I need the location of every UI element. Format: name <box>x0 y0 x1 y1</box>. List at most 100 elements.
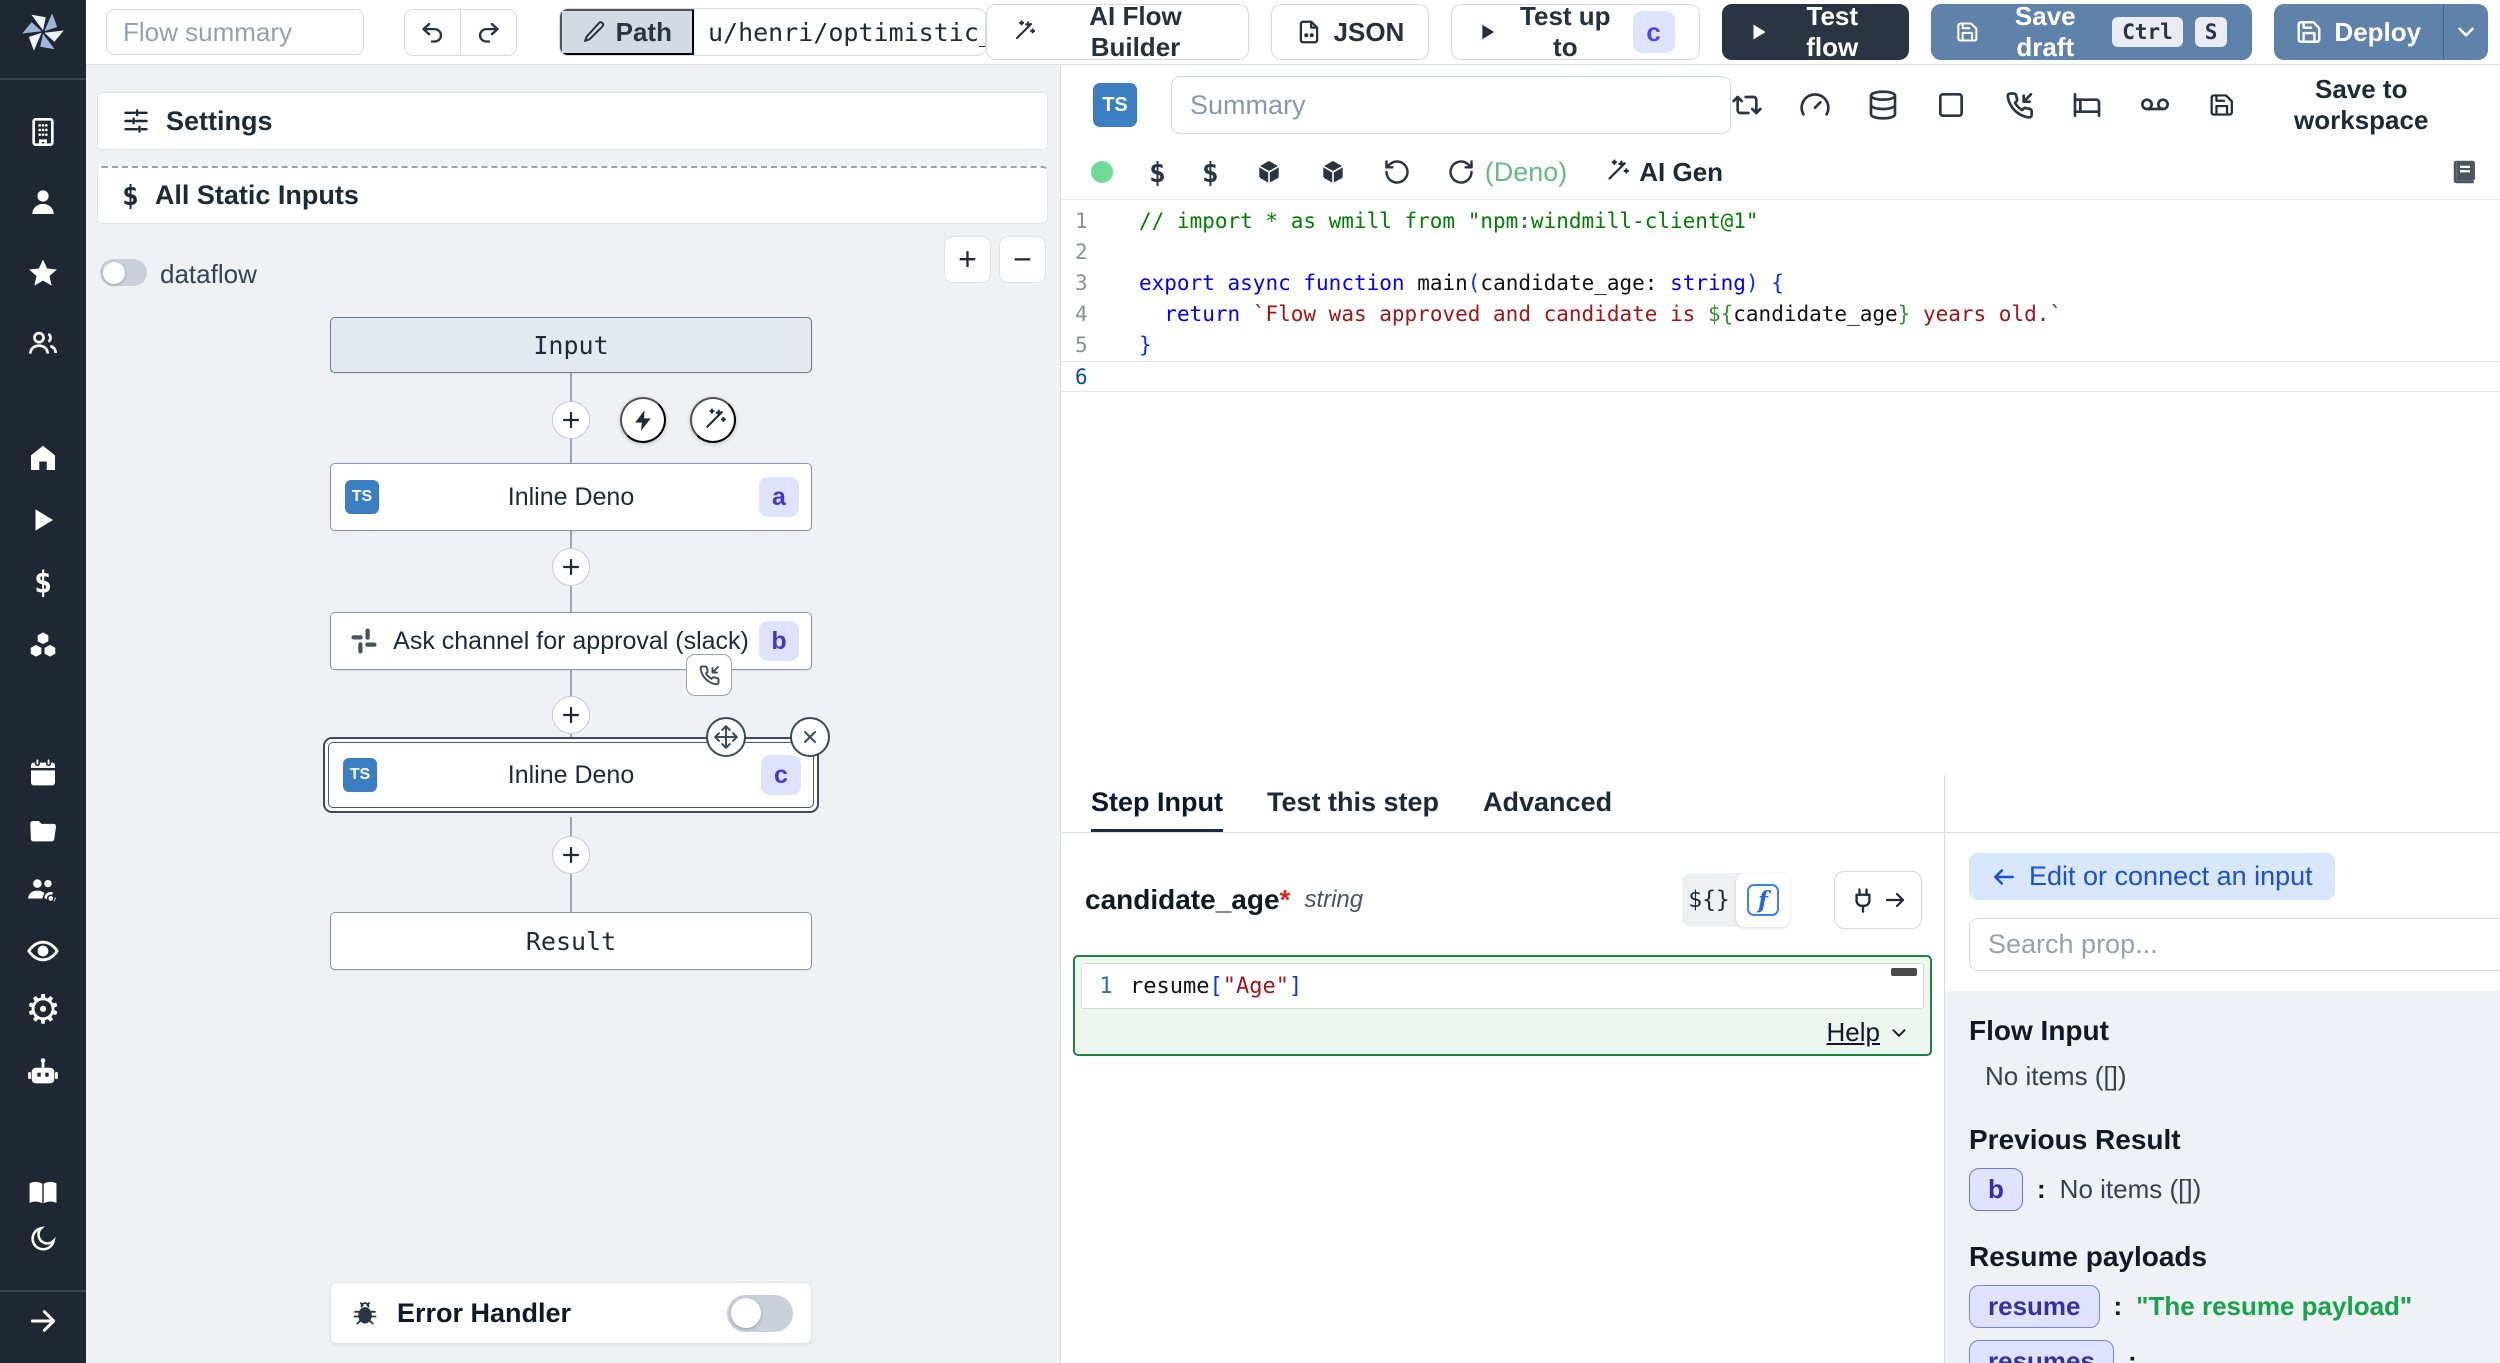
expression-mode-button[interactable]: f <box>1736 873 1790 927</box>
node-approval-slack-b[interactable]: Ask channel for approval (slack) b <box>330 612 812 670</box>
save-to-workspace-button[interactable]: Save to workspace <box>2209 74 2476 136</box>
dataflow-toggle[interactable] <box>100 259 147 286</box>
phone-incoming-icon <box>697 663 721 687</box>
zoom-out-button[interactable]: − <box>999 236 1046 283</box>
sleep-button[interactable] <box>2071 89 2103 121</box>
variable-picker-button[interactable]: $ <box>1149 156 1166 189</box>
refresh-icon <box>1447 158 1475 186</box>
required-asterisk: * <box>1280 884 1291 915</box>
ai-flow-builder-button[interactable]: AI Flow Builder <box>986 4 1248 60</box>
result-node[interactable]: Result <box>330 912 812 970</box>
insert-step-button[interactable] <box>552 696 590 734</box>
ai-insert-button[interactable] <box>690 397 736 443</box>
json-button[interactable]: JSON <box>1271 4 1430 60</box>
chevron-down-icon <box>2453 19 2479 45</box>
reload-button[interactable] <box>1447 158 1475 186</box>
prop-badge-resumes[interactable]: resumes <box>1969 1340 2114 1363</box>
undo-button[interactable] <box>405 10 460 55</box>
error-handler-bar[interactable]: Error Handler <box>330 1282 812 1344</box>
tab-advanced[interactable]: Advanced <box>1483 775 1612 832</box>
input-node[interactable]: Input <box>330 317 812 373</box>
play-icon[interactable] <box>28 505 58 535</box>
deploy-button[interactable]: Deploy <box>2274 4 2443 60</box>
template-mode-button[interactable]: ${} <box>1682 887 1736 913</box>
insert-step-button[interactable] <box>552 836 590 874</box>
node-inline-deno-a[interactable]: TS Inline Deno a <box>330 463 812 531</box>
book-open-icon[interactable] <box>26 1176 60 1210</box>
all-static-inputs-bar[interactable]: $ All Static Inputs <box>97 166 1048 224</box>
sliders-icon <box>122 107 150 135</box>
arrow-right-icon[interactable] <box>27 1305 59 1337</box>
help-link[interactable]: Help <box>1827 1017 1880 1048</box>
suspend-button[interactable] <box>2003 89 2035 121</box>
phone-incoming-icon <box>2003 89 2035 121</box>
node-inline-deno-c[interactable]: TS Inline Deno c <box>328 742 814 808</box>
edit-or-connect-button[interactable]: Edit or connect an input <box>1969 853 2335 900</box>
suspend-approval-icon[interactable] <box>686 654 732 696</box>
redo-button[interactable] <box>460 10 515 55</box>
boxes-icon[interactable] <box>27 630 59 662</box>
insert-step-button[interactable] <box>552 401 590 439</box>
retries-button[interactable] <box>1731 89 1763 121</box>
prop-badge-resume[interactable]: resume <box>1969 1285 2100 1328</box>
test-up-to-button[interactable]: Test up to c <box>1451 4 1699 60</box>
search-prop-input[interactable] <box>1969 918 2500 971</box>
scrollbar-thumb[interactable] <box>1891 968 1917 976</box>
resume-desc: "The resume payload" <box>2136 1291 2412 1322</box>
home-icon[interactable] <box>27 442 59 474</box>
expr-code[interactable]: resume["Age"] <box>1130 974 1302 999</box>
tab-test-this-step[interactable]: Test this step <box>1267 775 1439 832</box>
insert-step-button[interactable] <box>552 548 590 586</box>
shared-dir-button[interactable] <box>2139 89 2171 121</box>
path-button[interactable]: Path <box>560 9 694 55</box>
star-icon[interactable] <box>26 256 60 290</box>
error-handler-toggle[interactable] <box>727 1295 793 1332</box>
robot-icon[interactable] <box>26 1055 60 1089</box>
mock-button[interactable] <box>1935 89 1967 121</box>
windmill-logo-icon[interactable] <box>19 8 67 56</box>
save-draft-button[interactable]: Save draft Ctrl S <box>1931 4 2253 60</box>
dollar-icon[interactable]: $ <box>34 564 52 601</box>
zap-icon <box>631 408 656 433</box>
cache-button[interactable] <box>1867 89 1899 121</box>
moon-icon[interactable] <box>28 1224 58 1254</box>
code-editor[interactable]: 1// import * as wmill from "npm:windmill… <box>1061 200 2500 775</box>
folder-icon[interactable] <box>27 815 59 847</box>
colon: : <box>2114 1291 2123 1322</box>
package-button[interactable] <box>1255 158 1283 186</box>
connect-input-button[interactable] <box>1834 871 1922 929</box>
library-button[interactable] <box>2450 157 2480 187</box>
user-icon[interactable] <box>27 186 59 218</box>
building-icon[interactable] <box>27 116 59 148</box>
reset-button[interactable] <box>1383 158 1411 186</box>
input-mode-toggle: ${} f <box>1682 873 1790 927</box>
box-icon <box>1319 158 1347 186</box>
tab-step-input[interactable]: Step Input <box>1091 775 1223 832</box>
calendar-icon[interactable] <box>27 756 59 788</box>
zoom-in-button[interactable]: + <box>944 236 991 283</box>
repeat-icon <box>1731 89 1763 121</box>
eye-icon[interactable] <box>26 934 60 968</box>
test-flow-button[interactable]: Test flow <box>1722 4 1909 60</box>
gear-icon[interactable]: ⚙ <box>25 990 61 1030</box>
resource-picker-button[interactable]: $ <box>1202 156 1219 189</box>
path-input[interactable] <box>694 9 986 55</box>
prop-badge-b[interactable]: b <box>1969 1168 2023 1211</box>
expression-editor[interactable]: 1 resume["Age"] Help <box>1073 955 1932 1056</box>
step-summary-input[interactable] <box>1171 76 1731 134</box>
early-stop-button[interactable] <box>1799 89 1831 121</box>
flow-settings-bar[interactable]: Settings <box>97 92 1048 150</box>
plus-icon <box>559 843 583 867</box>
flow-summary-input[interactable] <box>106 9 364 55</box>
arrow-left-icon <box>1991 864 2017 890</box>
package-button[interactable] <box>1319 158 1347 186</box>
delete-node-button[interactable] <box>790 717 830 757</box>
users-icon[interactable] <box>27 327 59 359</box>
voicemail-icon <box>2139 89 2171 121</box>
trigger-button[interactable] <box>620 397 666 443</box>
users-gear-icon[interactable] <box>26 873 60 907</box>
ai-gen-button[interactable]: AI Gen <box>1603 157 1723 188</box>
move-node-button[interactable] <box>706 717 746 757</box>
deploy-dropdown-button[interactable] <box>2443 4 2488 60</box>
arrow-right-icon <box>1883 888 1907 912</box>
